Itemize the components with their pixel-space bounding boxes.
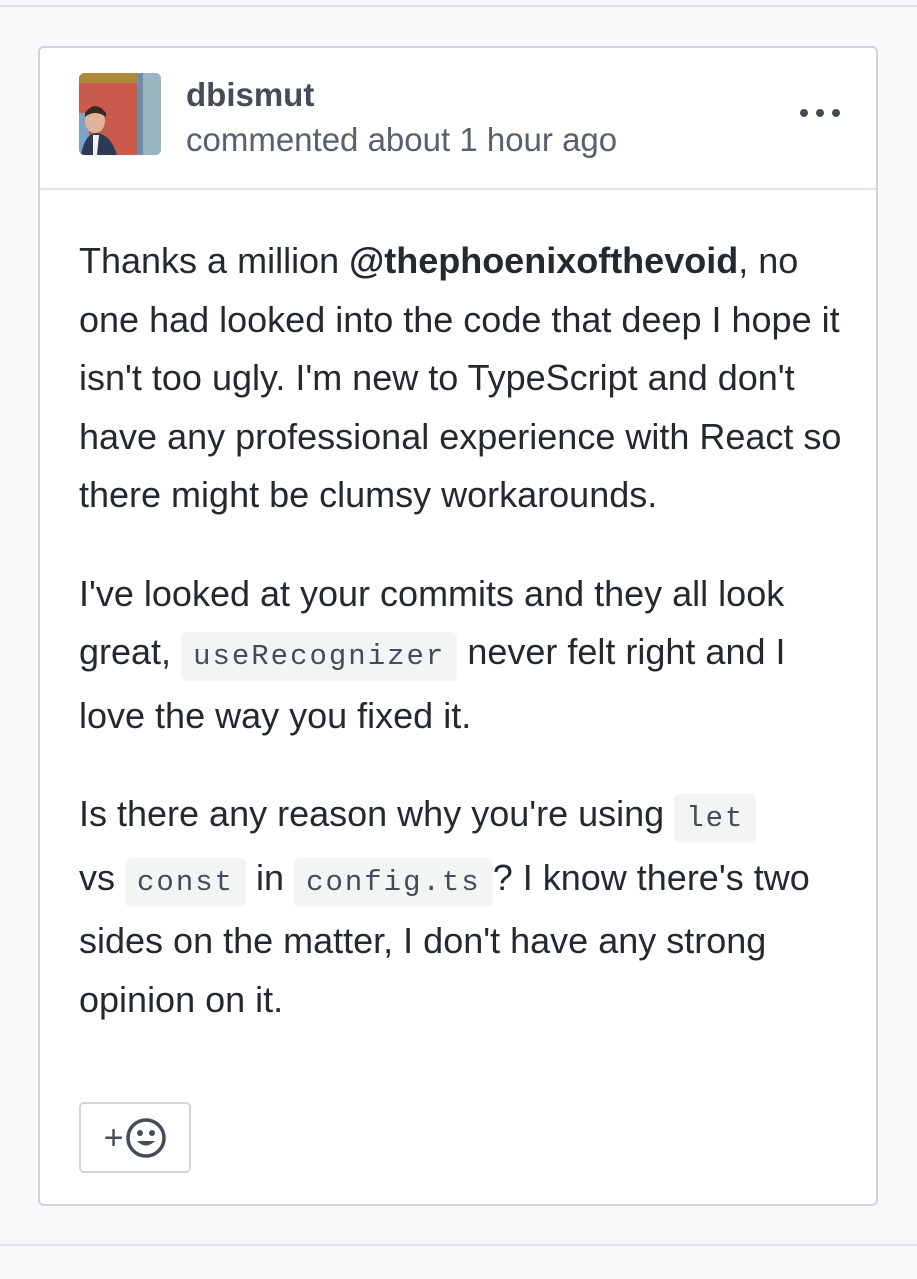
comment-body: Thanks a million @thephoenixofthevoid, n… [79, 232, 849, 1069]
text-segment: Is there any reason why you're using [79, 793, 675, 834]
plus-label: + [103, 1118, 124, 1157]
comment-header: dbismut commented about 1 hour ago [40, 48, 876, 190]
text-segment: Thanks a million [79, 240, 350, 281]
comment-card: dbismut commented about 1 hour ago Thank… [38, 46, 878, 1206]
dot [816, 109, 824, 117]
avatar[interactable] [79, 73, 161, 155]
text-segment: vs [79, 856, 126, 898]
inline-code: useRecognizer [181, 632, 458, 681]
comment-paragraph: Thanks a million @thephoenixofthevoid, n… [79, 232, 849, 525]
author-name[interactable]: dbismut [186, 76, 314, 114]
inline-code: config.ts [294, 857, 493, 907]
text-segment: in [246, 856, 295, 898]
top-divider [0, 5, 917, 7]
comment-paragraph: I've looked at your commits and they all… [79, 565, 849, 746]
inline-code: const [125, 857, 247, 907]
comment-timestamp[interactable]: commented about 1 hour ago [186, 121, 617, 159]
comment-paragraph: Is there any reason why you're using let… [79, 785, 849, 1029]
add-reaction-button[interactable]: + [79, 1102, 191, 1173]
bottom-divider [0, 1244, 917, 1246]
dot [800, 109, 808, 117]
inline-code: let [674, 794, 757, 843]
dot [832, 109, 840, 117]
kebab-horizontal-icon[interactable] [800, 98, 840, 128]
smiley-icon [126, 1117, 167, 1158]
user-mention[interactable]: @thephoenixofthevoid [349, 240, 738, 281]
text-segment: , no one had looked into the code that d… [79, 240, 842, 515]
